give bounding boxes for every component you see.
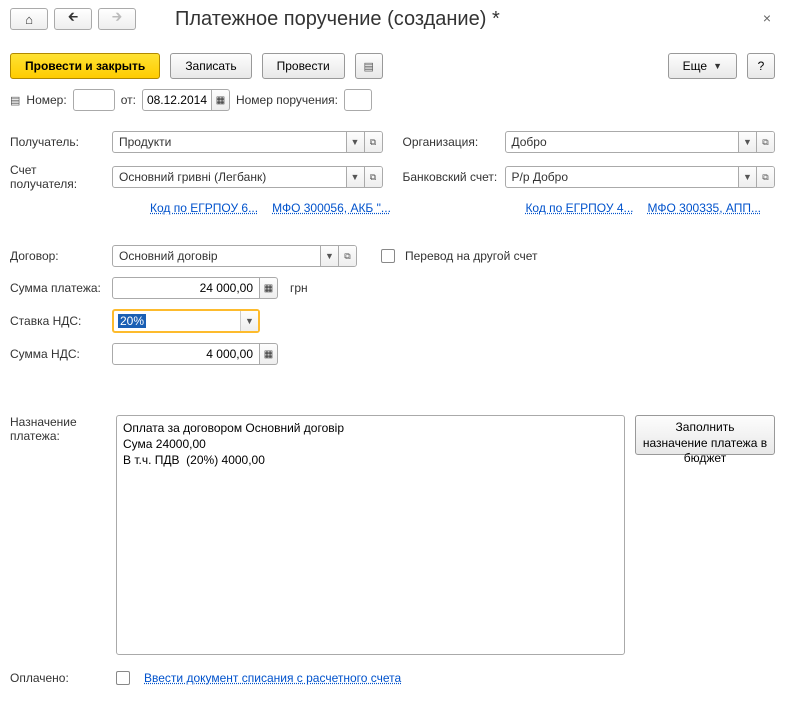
save-button[interactable]: Записать [170, 53, 251, 79]
bank-account-dropdown[interactable]: ▼ [738, 167, 756, 187]
post-and-close-button[interactable]: Провести и закрыть [10, 53, 160, 79]
vat-rate-dropdown[interactable]: ▼ [240, 311, 258, 331]
back-button[interactable]: 🡰 [54, 8, 92, 30]
recipient-input[interactable]: Продукти ▼ ⧉ [112, 131, 383, 153]
post-button[interactable]: Провести [262, 53, 345, 79]
home-button[interactable]: ⌂ [10, 8, 48, 30]
forward-button: 🡲 [98, 8, 136, 30]
recipient-account-value: Основний гривні (Легбанк) [113, 170, 346, 184]
create-writeoff-link[interactable]: Ввести документ списания с расчетного сч… [144, 671, 401, 685]
bank-account-value: Р/р Добро [506, 170, 739, 184]
recipient-account-dropdown[interactable]: ▼ [346, 167, 364, 187]
recipient-mfo-link[interactable]: МФО 300056, АКБ "... [272, 201, 391, 215]
print-structure-button[interactable]: ▤ [355, 53, 383, 79]
vat-rate-value: 20% [118, 314, 146, 328]
chevron-down-icon: ▼ [713, 61, 722, 71]
vat-rate-label: Ставка НДС: [10, 314, 106, 328]
order-number-input[interactable] [344, 89, 372, 111]
vat-rate-select[interactable]: 20% ▼ [112, 309, 260, 333]
amount-calc-button[interactable]: ▦ [260, 277, 278, 299]
org-dropdown[interactable]: ▼ [738, 132, 756, 152]
fill-budget-purpose-button[interactable]: Заполнить назначение платежа в бюджет [635, 415, 775, 455]
vat-amount-input[interactable] [112, 343, 260, 365]
recipient-edrpou-link[interactable]: Код по ЕГРПОУ 6... [150, 201, 258, 215]
calculator-icon: ▦ [264, 349, 273, 360]
close-button[interactable]: × [763, 10, 771, 26]
order-number-label: Номер поручения: [236, 93, 338, 107]
contract-label: Договор: [10, 249, 106, 263]
org-value: Добро [506, 135, 739, 149]
currency-label: грн [290, 281, 308, 295]
number-label: Номер: [26, 93, 66, 107]
recipient-value: Продукти [113, 135, 346, 149]
paid-checkbox[interactable] [116, 671, 130, 685]
calendar-icon: ▦ [216, 95, 225, 106]
org-input[interactable]: Добро ▼ ⧉ [505, 131, 776, 153]
recipient-account-label: Счет получателя: [10, 163, 106, 191]
recipient-account-open[interactable]: ⧉ [364, 167, 382, 187]
calendar-button[interactable]: ▦ [212, 89, 230, 111]
more-label: Еще [683, 59, 707, 73]
paid-label: Оплачено: [10, 671, 106, 685]
recipient-account-input[interactable]: Основний гривні (Легбанк) ▼ ⧉ [112, 166, 383, 188]
contract-input[interactable]: Основний договір ▼ ⧉ [112, 245, 357, 267]
help-button[interactable]: ? [747, 53, 775, 79]
contract-dropdown[interactable]: ▼ [320, 246, 338, 266]
transfer-checkbox[interactable] [381, 249, 395, 263]
more-button[interactable]: Еще ▼ [668, 53, 737, 79]
page-title: Платежное поручение (создание) * [175, 8, 500, 31]
transfer-label: Перевод на другой счет [405, 249, 538, 263]
vat-amount-label: Сумма НДС: [10, 347, 106, 361]
recipient-label: Получатель: [10, 135, 106, 149]
recipient-dropdown[interactable]: ▼ [346, 132, 364, 152]
number-input[interactable] [73, 89, 115, 111]
bank-account-label: Банковский счет: [403, 170, 499, 184]
row-icon: ▤ [10, 94, 20, 107]
org-mfo-link[interactable]: МФО 300335, АПП... [648, 201, 761, 215]
document-icon: ▤ [363, 60, 373, 73]
org-open[interactable]: ⧉ [756, 132, 774, 152]
org-label: Организация: [403, 135, 499, 149]
recipient-open[interactable]: ⧉ [364, 132, 382, 152]
purpose-label: Назначение платежа: [10, 415, 106, 655]
amount-input[interactable] [112, 277, 260, 299]
purpose-textarea[interactable] [116, 415, 625, 655]
bank-account-input[interactable]: Р/р Добро ▼ ⧉ [505, 166, 776, 188]
org-edrpou-link[interactable]: Код по ЕГРПОУ 4... [525, 201, 633, 215]
amount-label: Сумма платежа: [10, 281, 106, 295]
date-label: от: [121, 93, 136, 107]
bank-account-open[interactable]: ⧉ [756, 167, 774, 187]
calculator-icon: ▦ [264, 283, 273, 294]
date-input[interactable] [142, 89, 212, 111]
contract-open[interactable]: ⧉ [338, 246, 356, 266]
contract-value: Основний договір [113, 249, 320, 263]
vat-amount-calc-button[interactable]: ▦ [260, 343, 278, 365]
